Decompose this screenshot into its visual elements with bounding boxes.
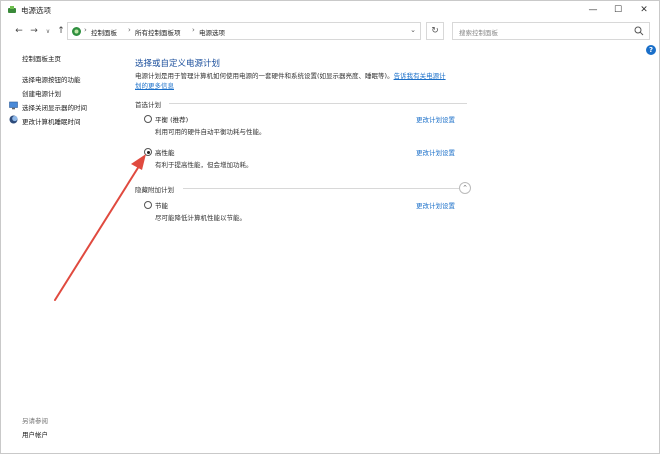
sleep-moon-icon (9, 115, 18, 124)
address-bar[interactable]: › 控制面板 › 所有控制面板项 › 电源选项 ⌄ (67, 22, 421, 40)
divider (183, 188, 459, 189)
sidebar-home-link[interactable]: 控制面板主页 (22, 53, 61, 63)
up-button[interactable]: ↑ (55, 25, 67, 37)
search-placeholder: 搜索控制面板 (459, 29, 498, 37)
plan-radio[interactable] (144, 115, 152, 123)
plan-radio-selected[interactable] (144, 148, 152, 156)
plan-description: 有利于提高性能，但会增加功耗。 (155, 161, 253, 169)
title-bar: 电源选项 — ☐ ✕ (1, 1, 659, 19)
hidden-plans-heading: 隐藏附加计划 (135, 186, 174, 194)
minimize-button[interactable]: — (580, 1, 606, 19)
change-plan-settings-link[interactable]: 更改计划设置 (416, 200, 455, 210)
breadcrumb-power-options[interactable]: 电源选项 (199, 27, 225, 37)
change-plan-settings-link[interactable]: 更改计划设置 (416, 114, 455, 124)
sidebar-item-create-plan[interactable]: 创建电源计划 (22, 88, 61, 98)
recent-locations-button[interactable]: ∨ (42, 25, 54, 37)
window-title: 电源选项 (21, 6, 51, 15)
forward-button[interactable]: → (28, 25, 40, 37)
navigation-bar: ← → ∨ ↑ › 控制面板 › 所有控制面板项 › 电源选项 ⌄ ↻ 搜索控制… (1, 19, 659, 43)
back-button[interactable]: ← (13, 25, 25, 37)
page-title: 选择或自定义电源计划 (135, 59, 221, 69)
chevron-down-icon[interactable]: ⌄ (410, 26, 416, 34)
divider (169, 103, 467, 104)
power-options-window: 电源选项 — ☐ ✕ ← → ∨ ↑ › 控制面板 › 所有控制面板项 › 电源… (0, 0, 660, 454)
breadcrumb-control-panel[interactable]: 控制面板 (91, 27, 117, 37)
sidebar-item-sleep-time[interactable]: 更改计算机睡眠时间 (22, 116, 81, 126)
sidebar-item-display-off[interactable]: 选择关闭显示器的时间 (22, 102, 87, 112)
close-button[interactable]: ✕ (631, 1, 657, 19)
power-options-app-icon (8, 6, 16, 13)
refresh-button[interactable]: ↻ (426, 22, 444, 40)
plan-radio[interactable] (144, 201, 152, 209)
search-icon[interactable] (634, 26, 644, 36)
breadcrumb-all-items[interactable]: 所有控制面板项 (135, 27, 181, 37)
page-description: 电源计划是用于管理计算机如何使用电源的一套硬件和系统设置(如显示器亮度、睡眠等)… (135, 71, 475, 91)
chevron-up-icon[interactable]: ⌃ (459, 182, 471, 194)
plan-name: 平衡 (推荐) (155, 116, 189, 124)
see-also-heading: 另请参阅 (22, 417, 48, 425)
help-icon[interactable]: ? (646, 45, 656, 55)
sidebar: 控制面板主页 选择电源按钮的功能 创建电源计划 选择关闭显示器的时间 更改计算机… (1, 43, 126, 453)
description-text: 电源计划是用于管理计算机如何使用电源的一套硬件和系统设置(如显示器亮度、睡眠等)… (135, 72, 394, 80)
plan-description: 利用可用的硬件自动平衡功耗与性能。 (155, 128, 266, 136)
search-input[interactable]: 搜索控制面板 (452, 22, 650, 40)
change-plan-settings-link[interactable]: 更改计划设置 (416, 147, 455, 157)
learn-more-link-cont[interactable]: 划的更多信息 (135, 82, 174, 90)
plan-name: 高性能 (155, 149, 175, 157)
plan-name: 节能 (155, 202, 168, 210)
monitor-icon (9, 101, 18, 110)
user-accounts-link[interactable]: 用户帐户 (22, 429, 48, 439)
breadcrumb-separator: › (84, 26, 87, 34)
plan-description: 尽可能降低计算机性能以节能。 (155, 214, 246, 222)
sidebar-item-power-button[interactable]: 选择电源按钮的功能 (22, 74, 81, 84)
preferred-plans-heading: 首选计划 (135, 101, 161, 109)
control-panel-icon (72, 27, 81, 36)
breadcrumb-separator: › (192, 26, 195, 34)
breadcrumb-separator: › (128, 26, 131, 34)
maximize-button[interactable]: ☐ (605, 1, 631, 19)
learn-more-link[interactable]: 告诉我有关电源计 (394, 72, 446, 80)
